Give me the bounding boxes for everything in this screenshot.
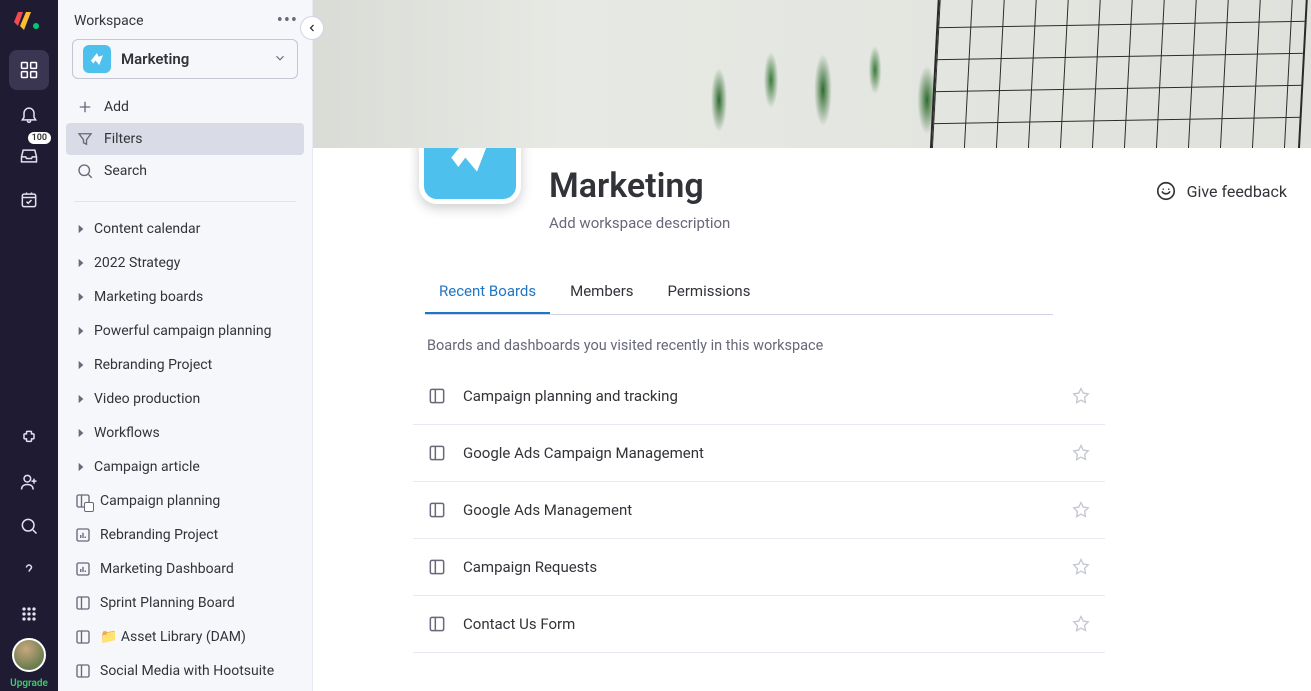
- divider: [74, 201, 296, 202]
- folder-label: Campaign article: [94, 459, 200, 475]
- board-label: Rebranding Project: [100, 527, 218, 543]
- board-item[interactable]: 📁 Asset Library (DAM): [64, 620, 306, 654]
- recent-board-name: Campaign planning and tracking: [463, 387, 1071, 405]
- folder-item[interactable]: Marketing boards: [64, 280, 306, 314]
- workspace-description[interactable]: Add workspace description: [549, 214, 1155, 232]
- main-content: Marketing Add workspace description Give…: [313, 0, 1311, 691]
- board-item[interactable]: Marketing Dashboard: [64, 552, 306, 586]
- board-icon: [427, 443, 447, 463]
- rail-mywork[interactable]: [9, 180, 49, 220]
- star-icon[interactable]: [1071, 443, 1091, 463]
- filters-label: Filters: [104, 131, 143, 147]
- rail-workspaces[interactable]: [9, 50, 49, 90]
- folder-item[interactable]: 2022 Strategy: [64, 246, 306, 280]
- board-label: 📁 Asset Library (DAM): [100, 629, 246, 645]
- feedback-icon: [1155, 180, 1177, 202]
- tab-recent-boards[interactable]: Recent Boards: [425, 272, 550, 314]
- star-icon[interactable]: [1071, 500, 1091, 520]
- folder-item[interactable]: Campaign article: [64, 450, 306, 484]
- board-item[interactable]: Campaign planning: [64, 484, 306, 518]
- workspace-title[interactable]: Marketing: [549, 166, 1155, 206]
- add-button[interactable]: Add: [66, 91, 304, 123]
- star-icon[interactable]: [1071, 386, 1091, 406]
- board-icon: [427, 386, 447, 406]
- tab-members[interactable]: Members: [556, 272, 647, 314]
- board-icon: [427, 500, 447, 520]
- side-panel: Workspace ••• Marketing Add Filters: [58, 0, 313, 691]
- chevron-down-icon: [273, 50, 287, 69]
- recent-board-row[interactable]: Google Ads Campaign Management: [413, 425, 1105, 482]
- recent-board-name: Campaign Requests: [463, 558, 1071, 576]
- recent-board-row[interactable]: Campaign planning and tracking: [413, 368, 1105, 425]
- rail-invite[interactable]: [9, 462, 49, 502]
- board-item[interactable]: Social Media with Hootsuite: [64, 654, 306, 688]
- recent-board-name: Google Ads Management: [463, 501, 1071, 519]
- star-icon[interactable]: [1071, 614, 1091, 634]
- board-item[interactable]: Rebranding Project: [64, 518, 306, 552]
- recent-board-row[interactable]: Campaign Requests: [413, 539, 1105, 596]
- workspace-icon: [83, 45, 111, 73]
- folder-label: Marketing boards: [94, 289, 203, 305]
- workspace-section-label: Workspace: [74, 13, 144, 29]
- recent-board-row[interactable]: Google Ads Management: [413, 482, 1105, 539]
- board-item[interactable]: Sprint Planning Board: [64, 586, 306, 620]
- workspace-large-icon[interactable]: [419, 148, 521, 204]
- search-label: Search: [104, 163, 147, 179]
- feedback-label: Give feedback: [1187, 182, 1287, 201]
- tab-permissions[interactable]: Permissions: [654, 272, 765, 314]
- board-label: Marketing Dashboard: [100, 561, 234, 577]
- recent-hint: Boards and dashboards you visited recent…: [427, 337, 1311, 354]
- folder-label: Powerful campaign planning: [94, 323, 272, 339]
- folder-item[interactable]: Video production: [64, 382, 306, 416]
- workspace-cover: [313, 0, 1311, 148]
- board-icon: [427, 557, 447, 577]
- rail-menu[interactable]: [9, 594, 49, 634]
- rail-notifications[interactable]: [9, 94, 49, 134]
- rail-search[interactable]: [9, 506, 49, 546]
- upgrade-link[interactable]: Upgrade: [10, 678, 48, 691]
- recent-boards-list: Campaign planning and tracking Google Ads…: [413, 368, 1105, 653]
- board-label: Social Media with Hootsuite: [100, 663, 274, 679]
- user-avatar[interactable]: [12, 638, 46, 672]
- rail-apps[interactable]: [9, 418, 49, 458]
- app-logo[interactable]: [14, 8, 44, 32]
- workspace-name: Marketing: [121, 50, 273, 68]
- folder-item[interactable]: Powerful campaign planning: [64, 314, 306, 348]
- folder-label: Content calendar: [94, 221, 200, 237]
- folder-label: Rebranding Project: [94, 357, 212, 373]
- search-button[interactable]: Search: [66, 155, 304, 187]
- collapse-panel-button[interactable]: [300, 16, 324, 40]
- workspace-picker[interactable]: Marketing: [72, 39, 298, 79]
- star-icon[interactable]: [1071, 557, 1091, 577]
- folder-item[interactable]: Rebranding Project: [64, 348, 306, 382]
- left-rail: 100 Upgrade: [0, 0, 58, 691]
- board-icon: [427, 614, 447, 634]
- folder-item[interactable]: Workflows: [64, 416, 306, 450]
- folder-label: Workflows: [94, 425, 160, 441]
- filters-button[interactable]: Filters: [66, 123, 304, 155]
- folder-label: 2022 Strategy: [94, 255, 180, 271]
- inbox-badge: 100: [28, 132, 51, 144]
- rail-inbox[interactable]: 100: [9, 136, 49, 176]
- folder-item[interactable]: Content calendar: [64, 212, 306, 246]
- add-label: Add: [104, 99, 129, 115]
- workspace-tabs: Recent BoardsMembersPermissions: [425, 272, 1053, 315]
- folder-label: Video production: [94, 391, 200, 407]
- panel-menu-button[interactable]: •••: [277, 10, 298, 31]
- recent-board-name: Google Ads Campaign Management: [463, 444, 1071, 462]
- give-feedback-button[interactable]: Give feedback: [1155, 180, 1287, 202]
- board-label: Sprint Planning Board: [100, 595, 235, 611]
- recent-board-name: Contact Us Form: [463, 615, 1071, 633]
- board-label: Campaign planning: [100, 493, 220, 509]
- recent-board-row[interactable]: Contact Us Form: [413, 596, 1105, 653]
- rail-help[interactable]: [9, 550, 49, 590]
